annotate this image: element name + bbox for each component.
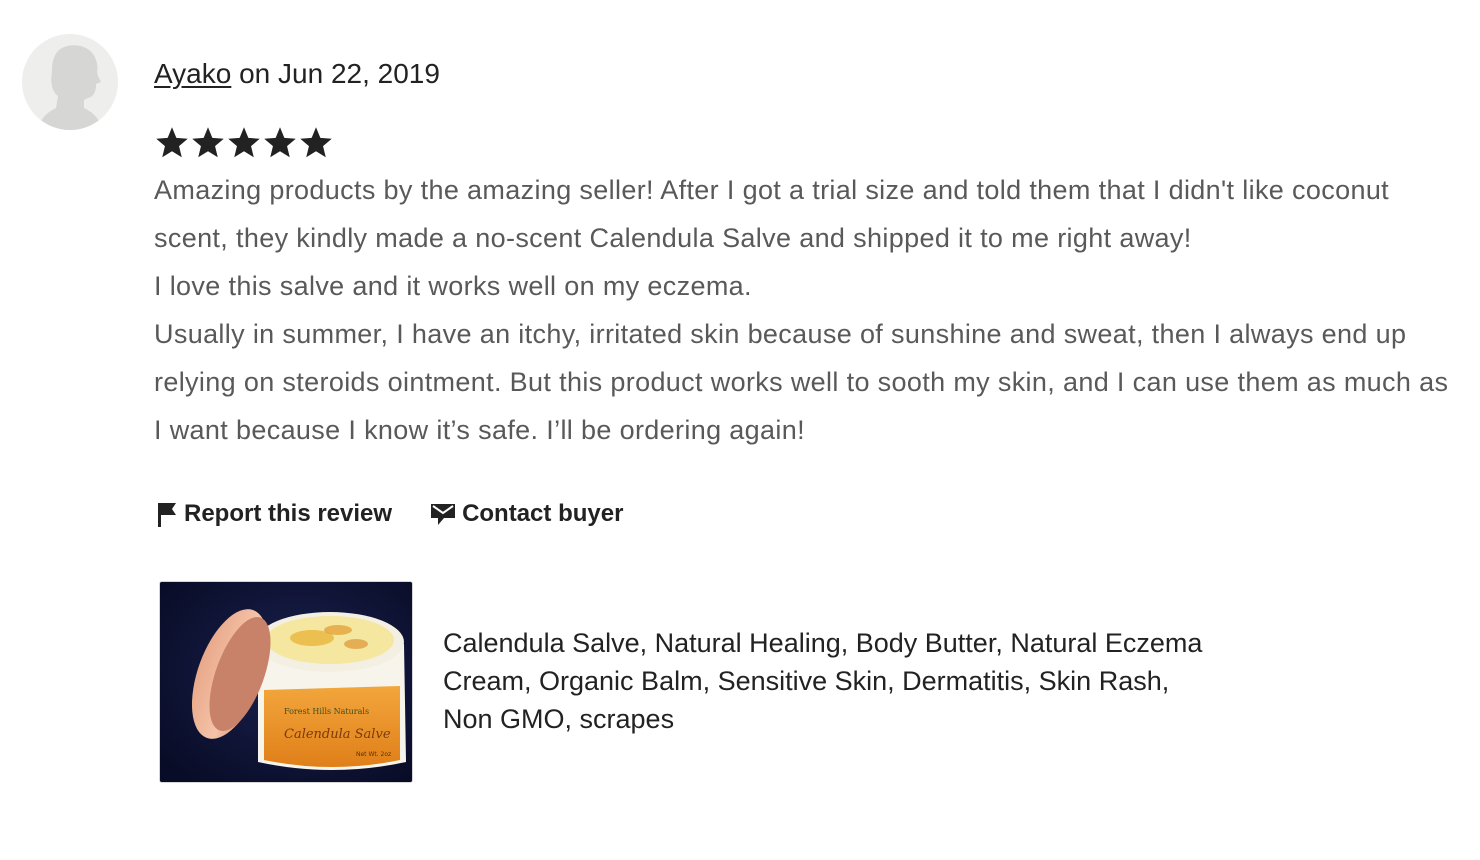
- contact-buyer-label: Contact buyer: [462, 500, 624, 527]
- report-review-button[interactable]: Report this review: [156, 500, 392, 528]
- product-thumbnail[interactable]: Forest Hills Naturals Calendula Salve Ne…: [159, 581, 413, 783]
- review-actions: Report this review Contact buyer: [156, 500, 623, 528]
- jar-label-name: Calendula Salve: [284, 727, 391, 742]
- review-text: Amazing products by the amazing seller! …: [154, 166, 1454, 454]
- message-icon: [430, 501, 456, 527]
- flag-icon: [156, 501, 178, 527]
- product-title-link[interactable]: Calendula Salve, Natural Healing, Body B…: [443, 624, 1223, 738]
- reviewer-avatar[interactable]: [22, 34, 118, 130]
- jar-label-weight: Net Wt. 2oz: [356, 751, 391, 758]
- star-icon: [192, 127, 224, 158]
- review-header: Ayako on Jun 22, 2019: [154, 58, 440, 90]
- star-icon: [228, 127, 260, 158]
- star-icon: [300, 127, 332, 158]
- star-rating: [154, 124, 334, 162]
- review-paragraph: Amazing products by the amazing seller! …: [154, 175, 1390, 253]
- star-icon: [156, 127, 188, 158]
- review-date: on Jun 22, 2019: [239, 58, 440, 89]
- report-review-label: Report this review: [184, 500, 393, 527]
- reviewer-name-link[interactable]: Ayako: [154, 58, 231, 89]
- star-icon: [264, 127, 296, 158]
- jar-label-brand: Forest Hills Naturals: [284, 707, 369, 716]
- default-user-silhouette-icon: [38, 45, 102, 130]
- review-paragraph: Usually in summer, I have an itchy, irri…: [154, 319, 1449, 445]
- review-paragraph: I love this salve and it works well on m…: [154, 271, 752, 301]
- contact-buyer-button[interactable]: Contact buyer: [430, 500, 623, 528]
